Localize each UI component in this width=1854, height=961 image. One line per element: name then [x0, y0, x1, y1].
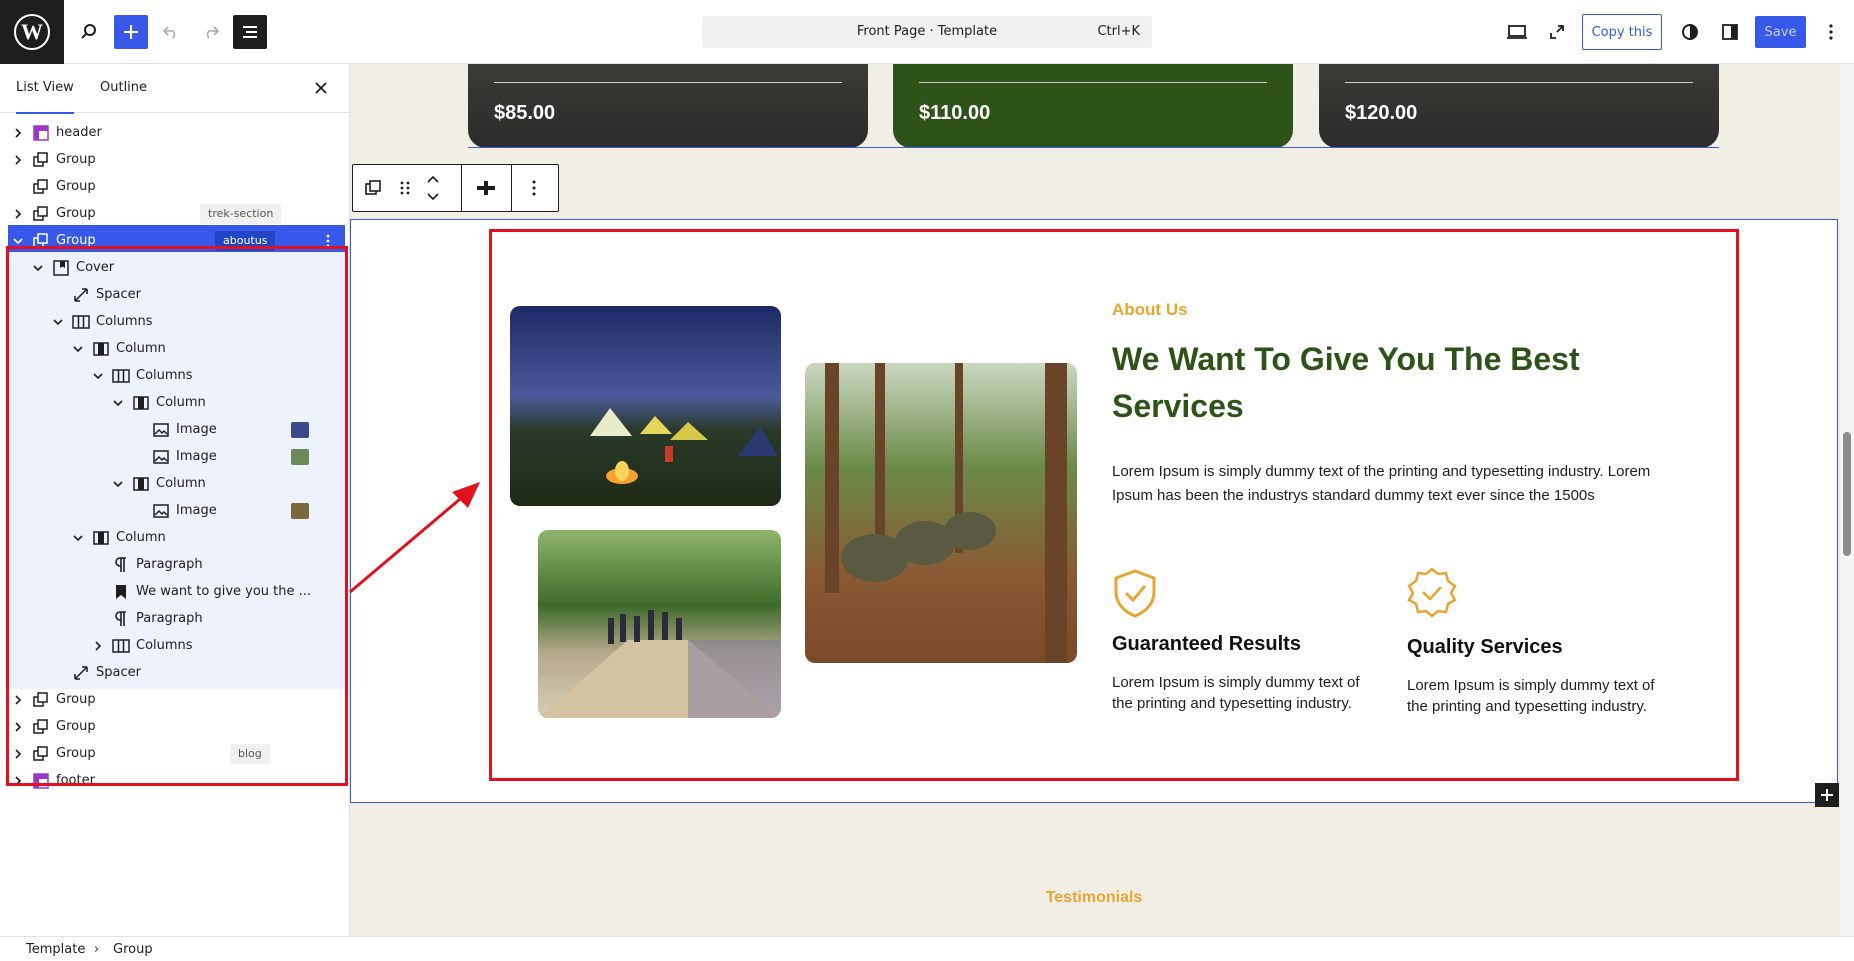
- feature-title-guaranteed: Guaranteed Results: [1112, 633, 1301, 655]
- tree-item-label: Group: [56, 179, 96, 194]
- vertical-ellipsis-icon: [532, 180, 536, 196]
- save-button[interactable]: Save: [1755, 16, 1806, 48]
- undo-icon: [162, 26, 176, 39]
- close-sidebar-button[interactable]: [311, 78, 331, 98]
- group-icon: [365, 180, 381, 195]
- align-full-icon: [477, 181, 495, 195]
- group-icon: [32, 205, 50, 223]
- command-palette-bar[interactable]: Front Page · Template Ctrl+K: [702, 16, 1152, 48]
- tree-item-label: Group: [56, 206, 96, 221]
- chevron-up-down-icon: [427, 175, 439, 201]
- scrollbar-thumb[interactable]: [1843, 432, 1851, 556]
- tab-list-view[interactable]: List View: [16, 64, 74, 114]
- drag-handle[interactable]: [399, 178, 411, 202]
- tree-item-label: header: [56, 125, 102, 140]
- group-block-button[interactable]: [363, 178, 383, 202]
- device-preview-button[interactable]: [1500, 15, 1534, 49]
- card-price: $85.00: [494, 102, 556, 124]
- toolbar-separator: [511, 165, 512, 211]
- card-divider: [919, 82, 1267, 83]
- block-options-button[interactable]: [531, 178, 537, 202]
- document-overview-button[interactable]: [233, 15, 267, 49]
- award-badge-icon: [1407, 567, 1457, 618]
- camping-night-image[interactable]: [510, 306, 781, 506]
- document-title: Front Page · Template: [856, 24, 998, 39]
- align-button[interactable]: [475, 178, 497, 202]
- copy-this-button[interactable]: Copy this: [1582, 14, 1662, 50]
- feature-title-quality: Quality Services: [1407, 636, 1563, 658]
- chevron-right-icon[interactable]: [10, 206, 26, 222]
- wordpress-icon: W: [14, 14, 50, 50]
- trek-card-3: $120.00: [1319, 64, 1719, 148]
- svg-text:W: W: [21, 19, 43, 44]
- trail-scene-icon: [538, 610, 781, 718]
- settings-sidebar-button[interactable]: [1713, 15, 1747, 49]
- camp-scene-icon: [590, 408, 778, 484]
- template-part-icon: [32, 124, 50, 142]
- block-toolbar: [352, 164, 559, 212]
- about-heading: We Want To Give You The Best Services: [1112, 341, 1580, 424]
- sidebar-tabs: List View Outline: [0, 64, 349, 114]
- trek-card-2: $110.00: [893, 64, 1293, 148]
- forest-tents-image[interactable]: [805, 363, 1077, 663]
- redo-button[interactable]: [194, 15, 228, 49]
- chevron-right-icon[interactable]: [10, 152, 26, 168]
- half-circle-contrast-icon: [1682, 24, 1698, 40]
- forest-scene-icon: [825, 363, 1067, 663]
- external-expand-icon: [1550, 25, 1564, 39]
- breadcrumb-group[interactable]: Group: [113, 942, 153, 957]
- tab-outline[interactable]: Outline: [100, 64, 147, 113]
- close-icon: [315, 82, 327, 94]
- wordpress-logo-button[interactable]: W: [0, 0, 64, 64]
- card-price: $120.00: [1345, 102, 1418, 124]
- selection-highlight-box: [6, 246, 348, 786]
- feature-text-guaranteed: Lorem Ipsum is simply dummy text of the …: [1112, 674, 1360, 712]
- vertical-ellipsis-icon: [1829, 24, 1833, 40]
- annotation-arrow-icon: [349, 482, 480, 594]
- trek-card-1: $85.00: [468, 64, 868, 148]
- styles-button[interactable]: [1673, 15, 1707, 49]
- tree-item-label: Group: [56, 152, 96, 167]
- group-icon: [32, 151, 50, 169]
- command-shortcut: Ctrl+K: [1097, 24, 1140, 39]
- feature-text-quality: Lorem Ipsum is simply dummy text of the …: [1407, 677, 1655, 715]
- card-price: $110.00: [919, 102, 991, 124]
- plus-icon: [124, 25, 138, 39]
- chevron-right-icon[interactable]: [10, 125, 26, 141]
- breadcrumb-separator-icon: ›: [94, 942, 100, 957]
- group-icon: [32, 178, 50, 196]
- block-inserter-button[interactable]: [114, 15, 148, 49]
- hikers-trail-image[interactable]: [538, 530, 781, 718]
- about-us-label: About Us: [1112, 300, 1188, 319]
- shield-check-icon: [1114, 569, 1156, 618]
- card-divider: [494, 82, 842, 83]
- undo-button[interactable]: [154, 15, 188, 49]
- search-button[interactable]: [72, 15, 106, 49]
- card-divider: [1345, 82, 1693, 83]
- sidebar-toggle-icon: [1722, 24, 1738, 40]
- plus-icon: [1821, 789, 1833, 801]
- block-breadcrumb: Template › Group: [0, 936, 1854, 961]
- desktop-icon: [1507, 25, 1527, 39]
- search-icon: [81, 24, 96, 39]
- breadcrumb-template[interactable]: Template: [26, 942, 85, 957]
- anchor-badge: trek-section: [200, 204, 282, 224]
- options-menu-button[interactable]: [1814, 15, 1848, 49]
- list-view-icon: [243, 26, 257, 38]
- editor-top-toolbar: W Front Page · Template Ctrl+K Copy this…: [0, 0, 1854, 64]
- toolbar-separator: [461, 165, 462, 211]
- testimonials-label: Testimonials: [1045, 889, 1143, 906]
- drag-handle-icon: [400, 181, 410, 195]
- about-paragraph: Lorem Ipsum is simply dummy text of the …: [1112, 463, 1651, 504]
- redo-icon: [206, 26, 220, 39]
- move-up-down-buttons[interactable]: [425, 173, 441, 207]
- list-view-sidebar: List View Outline header Group Group Group t…: [0, 64, 350, 936]
- view-site-button[interactable]: [1540, 15, 1574, 49]
- append-block-button[interactable]: [1815, 783, 1839, 807]
- canvas-scrollbar[interactable]: [1840, 64, 1854, 936]
- cards-selection-outline: [468, 147, 1719, 148]
